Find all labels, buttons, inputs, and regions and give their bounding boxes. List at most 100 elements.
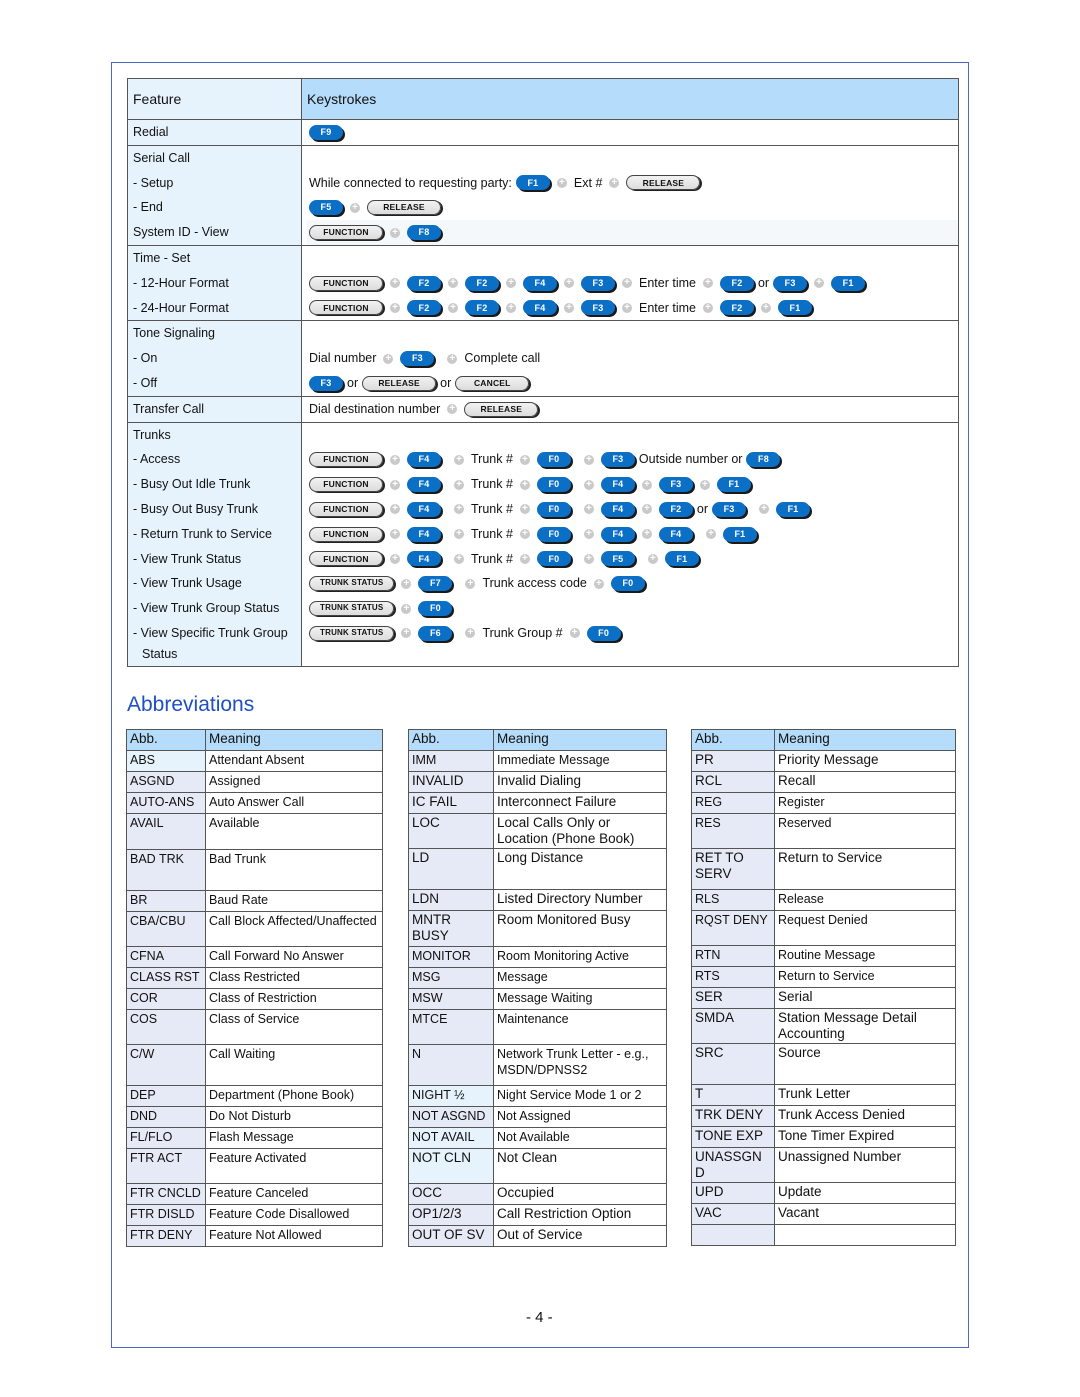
abbreviation-meaning: Trunk Access Denied bbox=[774, 1105, 956, 1127]
plus-icon: + bbox=[609, 177, 620, 188]
key-f8: F8 bbox=[746, 452, 781, 468]
key-function: FUNCTION bbox=[309, 225, 383, 241]
abbreviation-code: N bbox=[408, 1044, 494, 1086]
abbreviation-code: RLS bbox=[691, 889, 775, 911]
key-function: FUNCTION bbox=[309, 501, 383, 517]
feature-sub-label: - 12-Hour Format bbox=[133, 275, 229, 290]
abbreviation-code: LD bbox=[408, 848, 494, 890]
plus-icon: + bbox=[447, 353, 458, 364]
key-f4: F4 bbox=[600, 477, 635, 493]
feature-sub-label: - View Trunk Status bbox=[133, 551, 242, 566]
abbreviation-meaning: Message bbox=[493, 967, 667, 989]
abbreviation-row: VAC Vacant bbox=[691, 1203, 956, 1225]
plus-icon: + bbox=[448, 278, 458, 289]
key-f4: F4 bbox=[523, 300, 557, 316]
table-header-row: Feature Keystrokes bbox=[127, 78, 959, 120]
abbreviation-code: C/W bbox=[126, 1044, 206, 1086]
abbreviation-code: FTR ACT bbox=[126, 1148, 206, 1184]
abbreviation-row: T Trunk Letter bbox=[691, 1084, 956, 1106]
abbreviation-row: TRK DENY Trunk Access Denied bbox=[691, 1105, 956, 1127]
abbreviation-code bbox=[691, 1224, 775, 1246]
key-f2: F2 bbox=[719, 300, 754, 316]
abbreviation-row: ASGND Assigned bbox=[126, 771, 383, 793]
feature-label: Transfer Call bbox=[133, 401, 205, 416]
key-f4: F4 bbox=[407, 452, 441, 468]
abbreviation-meaning: Class Restricted bbox=[205, 967, 383, 989]
abbreviation-meaning: Call Restriction Option bbox=[493, 1204, 667, 1226]
key-release: RELEASE bbox=[464, 401, 539, 417]
abbreviation-meaning: Long Distance bbox=[493, 848, 667, 890]
plus-icon: + bbox=[506, 278, 516, 289]
plus-icon: + bbox=[556, 177, 567, 188]
abbreviation-code: LDN bbox=[408, 889, 494, 911]
plus-icon: + bbox=[702, 302, 713, 313]
plus-icon: + bbox=[401, 603, 412, 614]
plus-icon: + bbox=[583, 553, 594, 564]
table-header-row: Abb. Meaning bbox=[691, 729, 956, 751]
key-f0: F0 bbox=[536, 501, 571, 517]
abbreviation-code: CBA/CBU bbox=[126, 911, 206, 947]
plus-icon: + bbox=[519, 553, 530, 564]
abbreviation-meaning bbox=[774, 1224, 956, 1246]
abbreviation-row: CLASS RST Class Restricted bbox=[126, 967, 383, 989]
abbreviation-code: SRC bbox=[691, 1043, 775, 1085]
table-row-trunks: Trunks - Access - Busy Out Idle Trunk - … bbox=[127, 421, 959, 667]
abbreviation-code: NIGHT ½ bbox=[408, 1085, 494, 1107]
plus-icon: + bbox=[583, 504, 594, 515]
key-f3: F3 bbox=[658, 477, 693, 493]
abbreviation-code: BR bbox=[126, 890, 206, 912]
abbreviation-meaning: Class of Restriction bbox=[205, 988, 383, 1010]
abbreviation-meaning: Do Not Disturb bbox=[205, 1106, 383, 1128]
abbreviation-row: RES Reserved bbox=[691, 813, 956, 849]
instruction-text: Trunk # bbox=[471, 501, 513, 516]
feature-sub-label-cont: Status bbox=[142, 646, 178, 661]
key-f2: F2 bbox=[465, 300, 499, 316]
table-row-time-set: Time - Set - 12-Hour Format - 24-Hour Fo… bbox=[127, 244, 959, 322]
key-f0: F0 bbox=[536, 452, 571, 468]
abbreviation-row: RTN Routine Message bbox=[691, 945, 956, 967]
key-function: FUNCTION bbox=[309, 526, 383, 542]
feature-sub-label: - Busy Out Idle Trunk bbox=[133, 477, 251, 492]
abbreviation-code: SMDA bbox=[691, 1008, 775, 1044]
key-release: RELEASE bbox=[362, 375, 437, 391]
abbreviation-code: IC FAIL bbox=[408, 792, 494, 814]
header-meaning: Meaning bbox=[493, 729, 667, 751]
abbreviation-row: FTR DENY Feature Not Allowed bbox=[126, 1225, 383, 1247]
key-f1: F1 bbox=[722, 526, 757, 542]
abbreviation-meaning: Call Block Affected/Unaffected bbox=[205, 911, 383, 947]
plus-icon: + bbox=[390, 479, 400, 490]
key-f3: F3 bbox=[600, 452, 635, 468]
plus-icon: + bbox=[465, 628, 476, 639]
instruction-text: Enter time bbox=[639, 300, 696, 315]
key-f4: F4 bbox=[407, 501, 441, 517]
key-f7: F7 bbox=[418, 576, 453, 592]
feature-sub-label: - 24-Hour Format bbox=[133, 300, 229, 315]
abbreviation-meaning: Out of Service bbox=[493, 1225, 667, 1247]
abbreviation-row: OCC Occupied bbox=[408, 1183, 667, 1205]
abbreviation-meaning: Maintenance bbox=[493, 1009, 667, 1045]
table-row-serial-call: Serial Call - Setup - End System ID - Vi… bbox=[127, 144, 959, 246]
header-abb: Abb. bbox=[691, 729, 775, 751]
abbreviation-row: INVALID Invalid Dialing bbox=[408, 771, 667, 793]
key-f1: F1 bbox=[831, 275, 866, 291]
plus-icon: + bbox=[390, 454, 400, 465]
plus-icon: + bbox=[519, 454, 530, 465]
key-f3: F3 bbox=[581, 275, 615, 291]
abbreviation-meaning: Not Available bbox=[493, 1127, 667, 1149]
abbreviation-code: MNTR BUSY bbox=[408, 910, 494, 947]
plus-icon: + bbox=[390, 302, 400, 313]
abbreviations-table-3: Abb. Meaning PR Priority Message RCL Recall… bbox=[691, 729, 956, 1246]
abbreviation-code: PR bbox=[691, 750, 775, 772]
abbreviation-code: OCC bbox=[408, 1183, 494, 1205]
abbreviation-code: FTR CNCLD bbox=[126, 1183, 206, 1205]
abbreviation-meaning: Vacant bbox=[774, 1203, 956, 1225]
abbreviation-meaning: Auto Answer Call bbox=[205, 792, 383, 814]
abbreviation-meaning: Priority Message bbox=[774, 750, 956, 772]
plus-icon: + bbox=[564, 278, 574, 289]
plus-icon: + bbox=[401, 628, 412, 639]
table-row-redial: Redial F9 bbox=[127, 119, 959, 146]
abbreviation-row: RLS Release bbox=[691, 889, 956, 911]
plus-icon: + bbox=[622, 302, 632, 313]
abbreviation-code: INVALID bbox=[408, 771, 494, 793]
table-header-row: Abb. Meaning bbox=[408, 729, 667, 751]
